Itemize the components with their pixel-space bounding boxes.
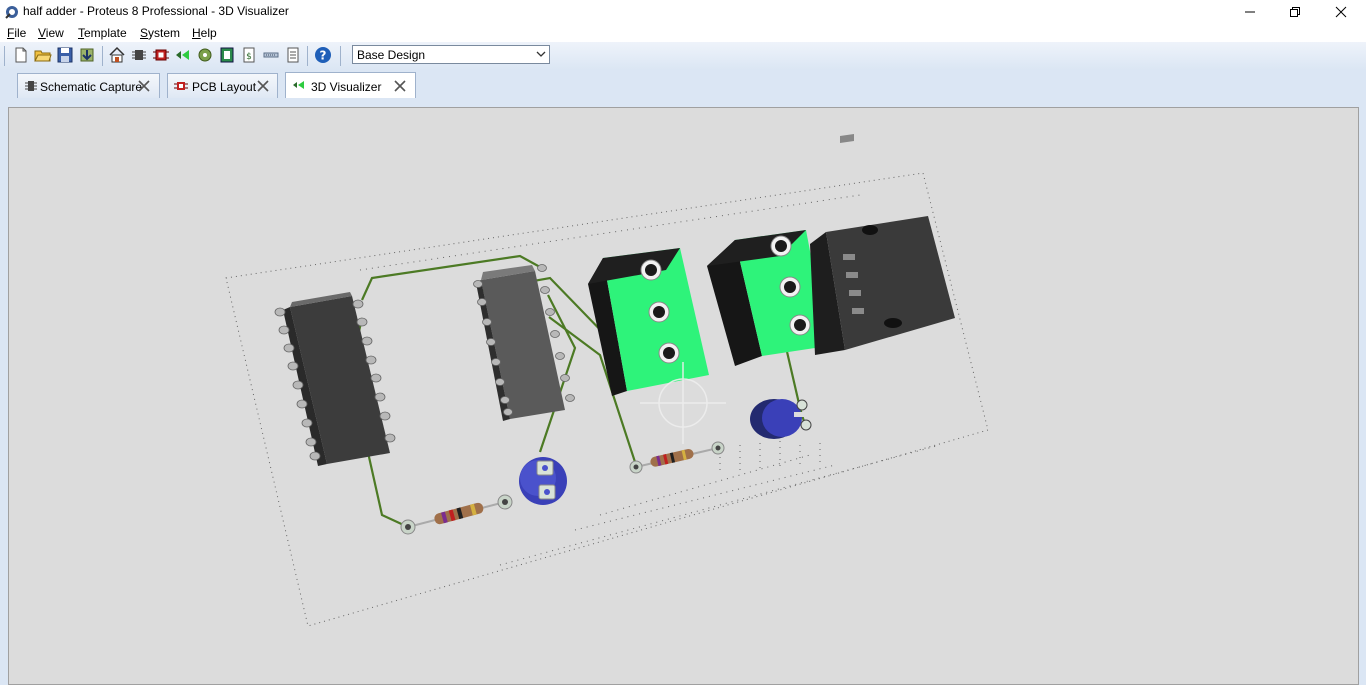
menu-help[interactable]: Help (192, 26, 217, 40)
design-explorer-icon[interactable] (218, 46, 236, 64)
menu-system[interactable]: System (140, 26, 180, 40)
save-icon[interactable] (56, 46, 74, 64)
tab-schematic-capture[interactable]: Schematic Capture (17, 73, 160, 98)
restore-button[interactable] (1272, 0, 1318, 24)
chevron-down-icon (536, 51, 546, 57)
close-tab-icon[interactable] (256, 79, 270, 93)
tab-pcb-layout[interactable]: PCB Layout (167, 73, 278, 98)
3d-icon (293, 81, 304, 89)
toolbar-grip (4, 46, 5, 66)
capacitor-blue-left (519, 457, 567, 505)
variant-select[interactable]: Base Design (352, 45, 550, 64)
toolbar-separator (340, 46, 341, 66)
menu-template[interactable]: Template (78, 26, 127, 40)
variant-select-value: Base Design (357, 48, 426, 62)
schematic-icon[interactable] (130, 46, 148, 64)
main-toolbar: $ ? (0, 42, 1366, 71)
pcb-layout-icon[interactable] (152, 46, 170, 64)
menu-view[interactable]: View (38, 26, 64, 40)
toolbar-separator (102, 46, 103, 66)
minimize-icon (1245, 11, 1255, 13)
tab-label: Schematic Capture (40, 80, 143, 94)
svg-text:$: $ (246, 52, 252, 62)
toolbar-separator (307, 46, 308, 66)
pcb-icon (174, 82, 188, 90)
close-button[interactable] (1318, 0, 1364, 24)
tab-label: PCB Layout (192, 80, 257, 94)
svg-text:?: ? (320, 49, 327, 63)
open-folder-icon[interactable] (34, 46, 52, 64)
schematic-icon (25, 81, 37, 91)
close-icon (1335, 6, 1347, 18)
home-icon[interactable] (108, 46, 126, 64)
tab-3d-visualizer[interactable]: 3D Visualizer (285, 72, 416, 99)
import-icon[interactable] (78, 46, 96, 64)
close-tab-icon[interactable] (393, 79, 407, 93)
report-icon[interactable] (284, 46, 302, 64)
title-bar: half adder - Proteus 8 Professional - 3D… (0, 0, 1366, 24)
close-tab-icon[interactable] (137, 79, 151, 93)
netlist-icon[interactable] (262, 46, 280, 64)
tab-bar: Schematic Capture PCB Layout 3D Visualiz… (0, 70, 1366, 99)
help-icon[interactable]: ? (314, 46, 332, 64)
gerber-viewer-icon[interactable] (196, 46, 214, 64)
3d-visualizer-icon[interactable] (174, 46, 192, 64)
window-title: half adder - Proteus 8 Professional - 3D… (23, 4, 289, 18)
proteus-app-icon (5, 6, 18, 19)
minimize-button[interactable] (1227, 0, 1273, 24)
menu-bar: File View Template System Help (0, 24, 1366, 42)
menu-file[interactable]: File (7, 26, 26, 40)
bill-of-materials-icon[interactable]: $ (240, 46, 258, 64)
tab-label: 3D Visualizer (311, 80, 382, 94)
restore-icon (1290, 7, 1300, 17)
new-file-icon[interactable] (12, 46, 30, 64)
